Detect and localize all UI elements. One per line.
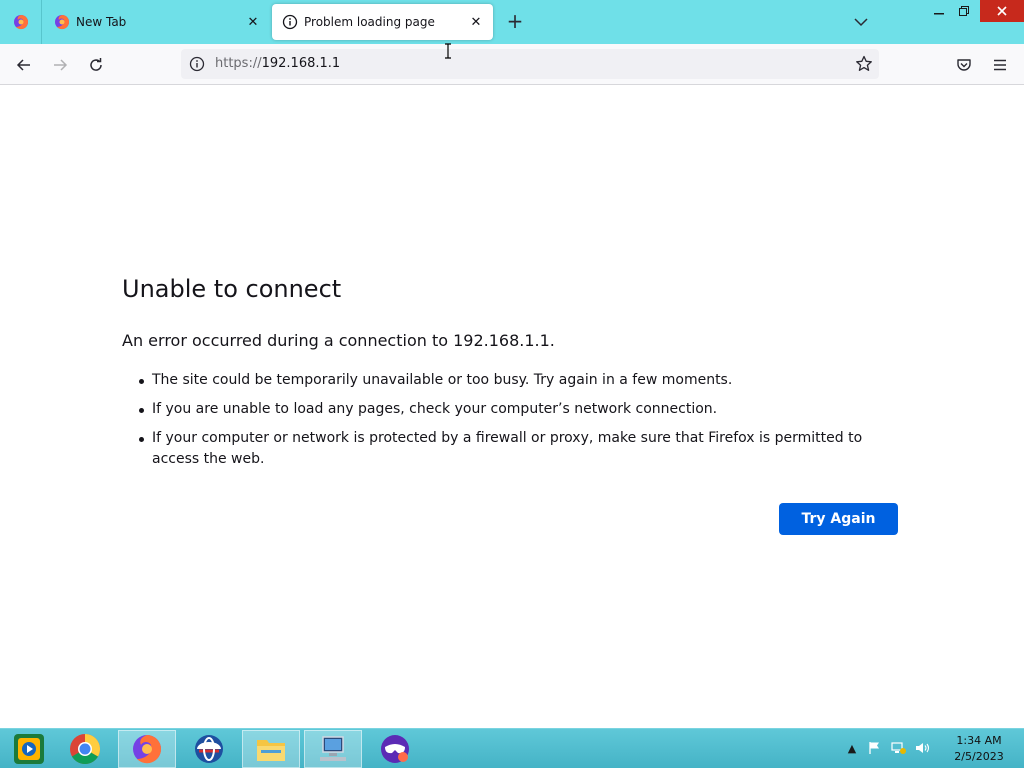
taskbar-file-explorer[interactable] xyxy=(242,730,300,768)
action-center-flag-icon[interactable] xyxy=(866,737,884,759)
file-explorer-icon xyxy=(257,740,285,761)
minimize-button[interactable] xyxy=(928,0,950,22)
tab-problem-loading[interactable]: Problem loading page ✕ xyxy=(272,4,493,40)
close-icon xyxy=(997,6,1007,16)
volume-icon[interactable] xyxy=(914,737,932,759)
clock-date: 2/5/2023 xyxy=(954,750,1004,763)
mask-app-icon xyxy=(381,735,409,763)
arrow-left-icon xyxy=(16,59,30,71)
taskbar: ▲ 1:34 AM 2/5/2023 xyxy=(0,728,1024,768)
error-suggestions: The site could be temporarily unavailabl… xyxy=(122,370,902,478)
speaker-icon xyxy=(916,743,930,753)
reload-button[interactable] xyxy=(83,52,109,78)
close-window-button[interactable] xyxy=(980,0,1024,22)
tab-strip: New Tab ✕ Problem loading page ✕ + xyxy=(0,0,1024,44)
firefox-icon xyxy=(55,15,70,30)
taskbar-opera[interactable] xyxy=(180,730,238,768)
error-description: An error occurred during a connection to… xyxy=(122,331,555,350)
arrow-right-icon xyxy=(54,59,68,71)
pocket-button[interactable] xyxy=(951,52,977,78)
page-content: Unable to connect An error occurred duri… xyxy=(0,85,1024,728)
list-all-tabs-icon[interactable] xyxy=(851,12,871,32)
forward-button[interactable] xyxy=(47,52,73,78)
tab-new-tab[interactable]: New Tab ✕ xyxy=(44,4,270,40)
firefox-icon xyxy=(13,15,28,30)
restore-button[interactable] xyxy=(952,0,976,22)
tab-title: New Tab xyxy=(76,15,127,29)
media-player-icon xyxy=(14,734,44,764)
text-cursor-icon xyxy=(445,43,451,59)
firefox-icon xyxy=(133,735,162,764)
flag-icon xyxy=(869,742,879,754)
new-tab-button[interactable]: + xyxy=(503,10,527,34)
info-icon xyxy=(282,14,298,30)
show-hidden-icons[interactable]: ▲ xyxy=(843,737,861,759)
error-title: Unable to connect xyxy=(122,275,342,303)
restore-icon xyxy=(959,6,969,16)
close-tab-icon[interactable]: ✕ xyxy=(244,13,262,31)
reload-icon xyxy=(90,58,102,71)
pinned-tab[interactable] xyxy=(0,0,42,44)
minimize-icon xyxy=(934,13,944,15)
taskbar-mask-app[interactable] xyxy=(366,730,424,768)
taskbar-firefox[interactable] xyxy=(118,730,176,768)
url-host: 192.168.1.1 xyxy=(261,56,341,71)
tab-title: Problem loading page xyxy=(304,15,435,29)
opera-icon xyxy=(195,735,223,763)
url-text[interactable]: https://192.168.1.1 xyxy=(215,56,340,71)
navigation-toolbar: https://192.168.1.1 xyxy=(0,44,1024,85)
network-computer-icon xyxy=(320,736,346,761)
taskbar-media-player[interactable] xyxy=(0,730,58,768)
try-again-button[interactable]: Try Again xyxy=(779,503,898,535)
close-tab-icon[interactable]: ✕ xyxy=(467,13,485,31)
clock-time: 1:34 AM xyxy=(956,734,1002,747)
system-clock[interactable]: 1:34 AM 2/5/2023 xyxy=(944,733,1014,765)
hamburger-menu-icon xyxy=(994,59,1006,71)
chrome-icon xyxy=(70,734,101,765)
taskbar-chrome[interactable] xyxy=(56,730,114,768)
star-icon[interactable] xyxy=(855,55,873,73)
list-item: The site could be temporarily unavailabl… xyxy=(122,370,902,391)
network-icon xyxy=(891,742,906,754)
address-bar[interactable]: https://192.168.1.1 xyxy=(181,49,879,79)
list-item: If your computer or network is protected… xyxy=(122,428,902,470)
pocket-icon xyxy=(957,59,971,71)
network-status-icon[interactable] xyxy=(890,737,908,759)
back-button[interactable] xyxy=(11,52,37,78)
url-scheme: https:// xyxy=(215,56,262,71)
info-icon[interactable] xyxy=(189,56,205,72)
taskbar-network-computer[interactable] xyxy=(304,730,362,768)
menu-button[interactable] xyxy=(987,52,1013,78)
list-item: If you are unable to load any pages, che… xyxy=(122,399,902,420)
